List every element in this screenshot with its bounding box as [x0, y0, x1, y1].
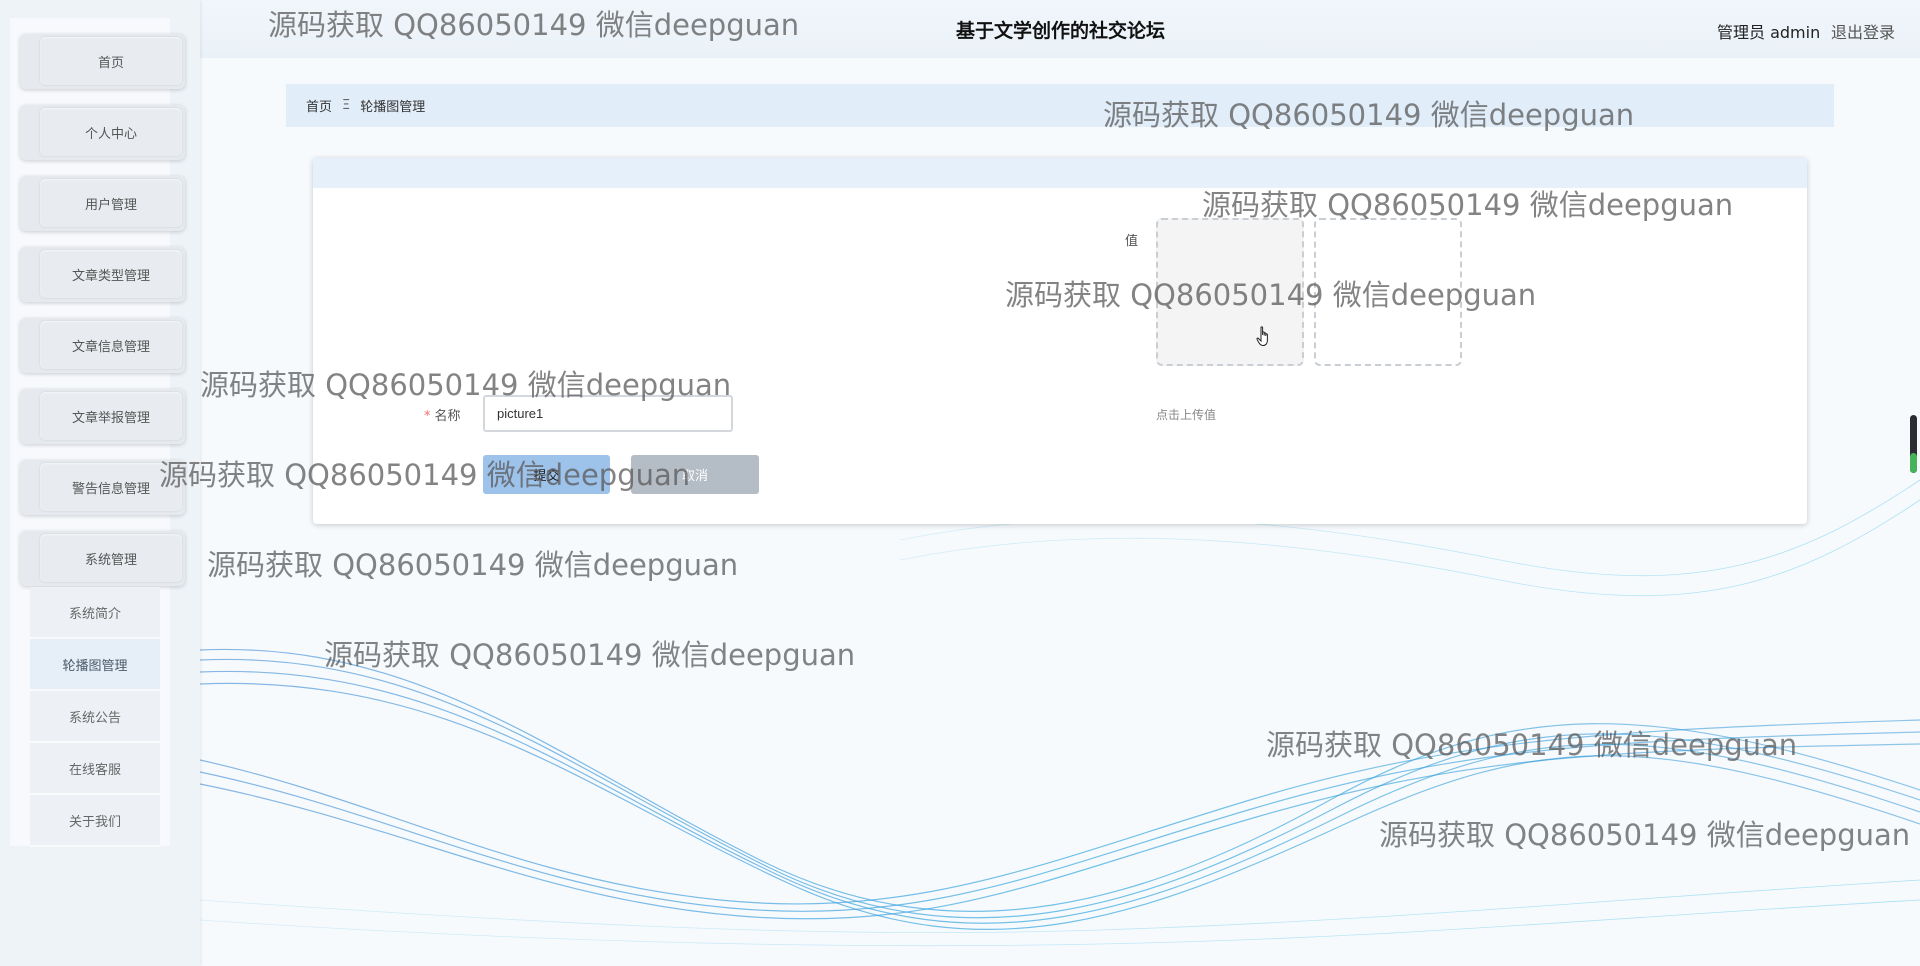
submenu-item-label: 系统简介 [68, 606, 121, 622]
sidebar-item-article-types[interactable]: 文章类型管理 [20, 247, 185, 302]
sidebar-item-label: 文章信息管理 [40, 321, 182, 369]
cancel-button[interactable]: 取消 [631, 455, 759, 494]
sidebar-item-label: 系统管理 [40, 534, 182, 582]
sidebar-item-article-reports[interactable]: 文章举报管理 [20, 389, 185, 444]
submenu-item-announcements[interactable]: 系统公告 [30, 691, 160, 743]
sidebar-item-system[interactable]: 系统管理 [20, 531, 185, 586]
required-marker: * [424, 409, 431, 424]
sidebar-item-home[interactable]: 首页 [20, 34, 185, 89]
name-input[interactable] [483, 395, 733, 432]
sidebar-item-label: 用户管理 [40, 179, 182, 227]
menu-fold-icon: Ξ [342, 98, 351, 113]
edit-form-card: 值 点击上传值 *名称 提交 取消 [313, 158, 1807, 524]
scrollbar-thumb[interactable] [1910, 415, 1917, 473]
submenu-item-system-intro[interactable]: 系统简介 [30, 587, 160, 639]
breadcrumb-current: 轮播图管理 [360, 100, 426, 115]
name-field-label: * 名称 [424, 405, 461, 424]
value-field-label: 值 [1125, 234, 1139, 249]
name-label-text: 名称 [434, 409, 461, 424]
image-upload-box[interactable] [1156, 218, 1304, 366]
submenu-item-online-service[interactable]: 在线客服 [30, 743, 160, 795]
breadcrumb: 首页 Ξ 轮播图管理 [286, 84, 1834, 127]
sidebar-item-label: 文章举报管理 [40, 392, 182, 440]
logout-link[interactable]: 退出登录 [1831, 19, 1895, 43]
submit-button[interactable]: 提交 [483, 455, 610, 494]
submenu-item-carousel[interactable]: 轮播图管理 [30, 639, 160, 691]
sidebar: 首页 个人中心 用户管理 文章类型管理 文章信息管理 文章举报管理 警告信息管理… [0, 0, 200, 966]
site-title: 基于文学创作的社交论坛 [956, 21, 1166, 42]
image-upload-placeholder[interactable] [1314, 218, 1462, 366]
hand-cursor-icon [1256, 326, 1268, 347]
sidebar-item-label: 个人中心 [40, 108, 182, 156]
current-user-label: 管理员 admin [1717, 23, 1821, 42]
submenu-item-label: 关于我们 [68, 814, 121, 830]
sidebar-item-profile[interactable]: 个人中心 [20, 105, 185, 160]
upload-tip: 点击上传值 [1156, 408, 1217, 422]
card-header-bar [313, 158, 1807, 188]
submenu-item-label: 系统公告 [68, 710, 121, 726]
sidebar-item-warnings[interactable]: 警告信息管理 [20, 460, 185, 515]
submenu-item-label: 轮播图管理 [62, 658, 128, 674]
submenu-item-about-us[interactable]: 关于我们 [30, 795, 160, 847]
sidebar-item-label: 文章类型管理 [40, 250, 182, 298]
sidebar-item-users[interactable]: 用户管理 [20, 176, 185, 231]
breadcrumb-home[interactable]: 首页 [306, 96, 332, 115]
submenu-item-label: 在线客服 [68, 762, 121, 778]
sidebar-item-label: 警告信息管理 [40, 463, 182, 511]
sidebar-item-label: 首页 [40, 37, 182, 85]
sidebar-item-article-info[interactable]: 文章信息管理 [20, 318, 185, 373]
